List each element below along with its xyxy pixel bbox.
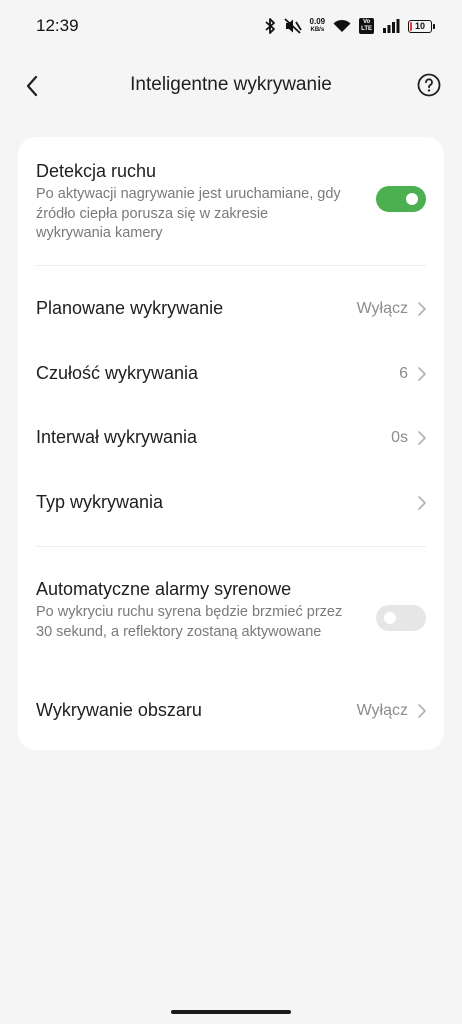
chevron-right-icon <box>418 431 426 445</box>
settings-card: Detekcja ruchu Po aktywacji nagrywanie j… <box>18 137 444 750</box>
volte-bottom: LTE <box>361 26 372 32</box>
app-header: Inteligentne wykrywanie <box>0 60 462 112</box>
help-circle-icon <box>417 73 441 97</box>
area-detection-value: Wyłącz <box>356 702 408 719</box>
network-speed-unit: KB/s <box>310 27 325 33</box>
area-detection-title: Wykrywanie obszaru <box>36 700 202 720</box>
page-title: Inteligentne wykrywanie <box>130 74 332 95</box>
scheduled-detection-row[interactable]: Planowane wykrywanie Wyłącz <box>18 277 444 341</box>
motion-detection-row: Detekcja ruchu Po aktywacji nagrywanie j… <box>18 137 444 265</box>
bluetooth-icon <box>264 18 276 34</box>
motion-detection-toggle[interactable] <box>376 186 426 212</box>
status-time: 12:39 <box>36 16 79 35</box>
divider <box>36 546 426 547</box>
scheduled-detection-value: Wyłącz <box>356 300 408 317</box>
status-icons: 0.09 KB/s Vo LTE 10 <box>264 15 435 37</box>
status-bar: 12:39 0.09 KB/s Vo LTE 10 <box>0 0 462 54</box>
signal-icon <box>382 19 400 33</box>
detection-type-row[interactable]: Typ wykrywania <box>18 472 444 536</box>
sensitivity-row[interactable]: Czułość wykrywania 6 <box>18 342 444 406</box>
chevron-right-icon <box>418 704 426 718</box>
toggle-knob <box>406 193 418 205</box>
home-indicator[interactable] <box>171 1010 291 1014</box>
chevron-right-icon <box>418 302 426 316</box>
help-button[interactable] <box>416 72 442 98</box>
area-detection-row[interactable]: Wykrywanie obszaru Wyłącz <box>18 679 444 743</box>
motion-detection-description: Po aktywacji nagrywanie jest uruchamiane… <box>36 186 341 241</box>
divider <box>36 265 426 266</box>
siren-alarm-toggle[interactable] <box>376 605 426 631</box>
sensitivity-value: 6 <box>399 365 408 382</box>
interval-title: Interwał wykrywania <box>36 427 198 447</box>
network-speed-value: 0.09 <box>309 17 326 26</box>
battery-icon: 10 <box>408 19 435 33</box>
network-speed: 0.09 KB/s <box>310 18 326 34</box>
volte-badge: Vo LTE <box>359 18 374 34</box>
chevron-right-icon <box>418 496 426 510</box>
interval-row[interactable]: Interwał wykrywania 0s <box>18 407 444 471</box>
wifi-icon <box>333 19 351 33</box>
sensitivity-title: Czułość wykrywania <box>36 363 199 383</box>
detection-type-title: Typ wykrywania <box>36 492 164 512</box>
siren-alarm-description: Po wykryciu ruchu syrena będzie brzmieć … <box>36 604 343 640</box>
siren-alarm-row: Automatyczne alarmy syrenowe Po wykryciu… <box>18 561 444 671</box>
motion-detection-title: Detekcja ruchu <box>36 161 157 181</box>
siren-alarm-title: Automatyczne alarmy syrenowe <box>36 579 292 599</box>
scheduled-detection-title: Planowane wykrywanie <box>36 298 224 318</box>
volte-top: Vo <box>362 19 371 25</box>
chevron-right-icon <box>418 367 426 381</box>
toggle-knob <box>384 612 396 624</box>
battery-fill <box>410 21 412 31</box>
battery-percent: 10 <box>414 21 425 31</box>
mute-icon <box>283 18 302 34</box>
interval-value: 0s <box>391 429 408 446</box>
